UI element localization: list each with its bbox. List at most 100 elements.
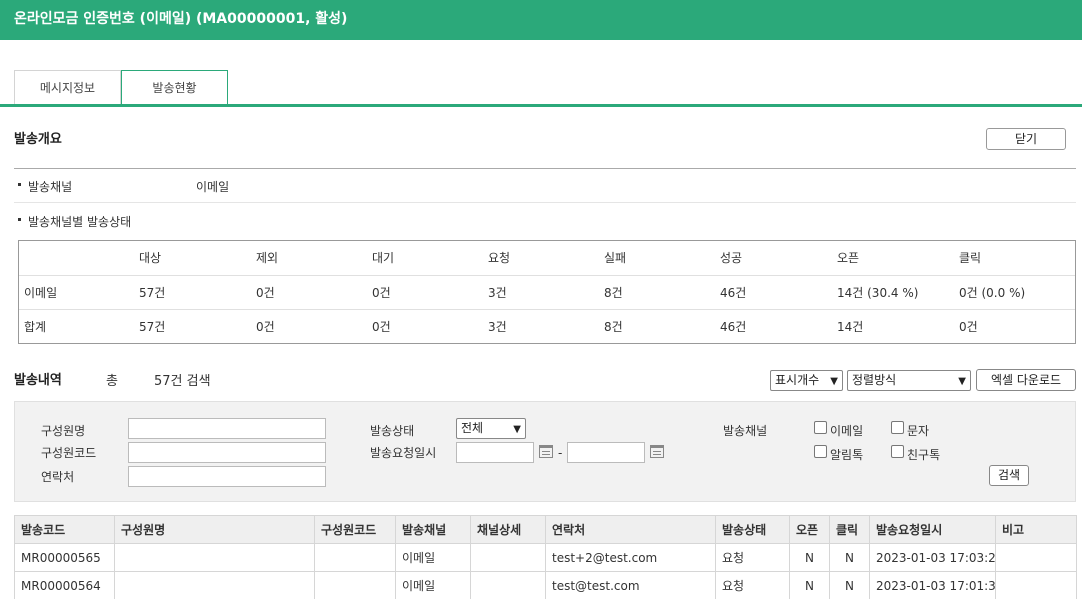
cell-member-code xyxy=(314,543,396,572)
cell-send-status: 요청 xyxy=(715,543,790,572)
cell-contact: test@test.com xyxy=(545,571,716,599)
display-count-value: 표시개수 xyxy=(775,373,820,387)
send-status-select[interactable]: 전체 ▼ xyxy=(456,418,526,439)
search-button[interactable]: 검색 xyxy=(989,465,1029,486)
table-row[interactable]: MR00000564 이메일 test@test.com 요청 N N 2023… xyxy=(14,571,1077,599)
contact-label: 연락처 xyxy=(41,470,75,484)
cell-open: 14건 (30.4 %) xyxy=(837,286,919,300)
cell-channel: 이메일 xyxy=(395,571,471,599)
row-name: 이메일 xyxy=(24,286,58,300)
sort-select[interactable]: 정렬방식 ▼ xyxy=(847,370,971,391)
cell-open: N xyxy=(789,543,830,572)
cell-send-code[interactable]: MR00000564 xyxy=(14,571,115,599)
table-row[interactable]: MR00000565 이메일 test+2@test.com 요청 N N 20… xyxy=(14,543,1077,572)
send-status-value: 전체 xyxy=(461,421,484,435)
header-channel[interactable]: 발송채널 xyxy=(395,515,471,544)
cell-success: 46건 xyxy=(720,320,747,334)
member-name-label: 구성원명 xyxy=(41,424,86,438)
calendar-icon[interactable] xyxy=(539,445,553,458)
col-excluded: 제외 xyxy=(256,251,279,265)
cell-target: 57건 xyxy=(139,320,166,334)
checkbox-alimtalk-label: 알림톡 xyxy=(830,448,864,462)
row-name: 합계 xyxy=(24,320,47,334)
cell-excluded: 0건 xyxy=(256,320,275,334)
header-request-datetime[interactable]: 발송요청일시 xyxy=(869,515,996,544)
col-requested: 요청 xyxy=(488,251,511,265)
header-send-status[interactable]: 발송상태 xyxy=(715,515,790,544)
cell-member-name xyxy=(114,571,315,599)
cell-channel: 이메일 xyxy=(395,543,471,572)
total-prefix: 총 xyxy=(106,374,118,389)
cell-send-code[interactable]: MR00000565 xyxy=(14,543,115,572)
close-button[interactable]: 닫기 xyxy=(986,128,1066,150)
request-date-label: 발송요청일시 xyxy=(370,446,437,460)
checkbox-sms-label: 문자 xyxy=(907,424,930,438)
cell-click: 0건 xyxy=(959,320,978,334)
tab-message-info[interactable]: 메시지정보 xyxy=(14,70,121,106)
sort-value: 정렬방식 xyxy=(852,373,897,387)
header-open[interactable]: 오픈 xyxy=(789,515,830,544)
channel-status-table: 대상 제외 대기 요청 실패 성공 오픈 클릭 이메일 57건 0건 0건 3건… xyxy=(18,240,1076,344)
checkbox-friendtalk[interactable] xyxy=(891,445,904,458)
cell-open: 14건 xyxy=(837,320,864,334)
col-failed: 실패 xyxy=(604,251,627,265)
cell-failed: 8건 xyxy=(604,320,623,334)
cell-channel-detail xyxy=(470,543,546,572)
cell-click: 0건 (0.0 %) xyxy=(959,286,1026,300)
date-from-input[interactable] xyxy=(456,442,534,463)
cell-target: 57건 xyxy=(139,286,166,300)
cell-click: N xyxy=(829,543,870,572)
tab-underline xyxy=(0,104,1082,107)
checkbox-friendtalk-label: 친구톡 xyxy=(907,448,941,462)
cell-click: N xyxy=(829,571,870,599)
chevron-down-icon: ▼ xyxy=(958,376,966,387)
table-header-row: 발송코드 구성원명 구성원코드 발송채널 채널상세 연락처 발송상태 오픈 클릭… xyxy=(14,515,1077,544)
status-by-channel-row: 발송채널별 발송상태 xyxy=(14,213,131,230)
header-member-code[interactable]: 구성원코드 xyxy=(314,515,396,544)
cell-send-status: 요청 xyxy=(715,571,790,599)
tab-send-status[interactable]: 발송현황 xyxy=(121,70,228,106)
search-panel: 구성원명 구성원코드 연락처 발송상태 전체 ▼ 발송요청일시 - 발송채널 이메… xyxy=(14,401,1076,502)
checkbox-alimtalk[interactable] xyxy=(814,445,827,458)
cell-contact: test+2@test.com xyxy=(545,543,716,572)
header-channel-detail[interactable]: 채널상세 xyxy=(470,515,546,544)
total-count: 57건 검색 xyxy=(154,374,211,389)
col-open: 오픈 xyxy=(837,251,860,265)
channel-value: 이메일 xyxy=(196,180,230,194)
channel-label: 발송채널 xyxy=(28,180,73,194)
cell-note xyxy=(995,543,1077,572)
cell-open: N xyxy=(789,571,830,599)
contact-input[interactable] xyxy=(128,466,326,487)
header-click[interactable]: 클릭 xyxy=(829,515,870,544)
info-divider xyxy=(14,202,1076,203)
status-row-total: 합계 57건 0건 0건 3건 8건 46건 14건 0건 xyxy=(19,309,1075,343)
history-title: 발송내역 xyxy=(14,373,62,388)
overview-title: 발송개요 xyxy=(14,132,62,147)
display-count-select[interactable]: 표시개수 ▼ xyxy=(770,370,843,391)
header-note[interactable]: 비고 xyxy=(995,515,1077,544)
excel-download-button[interactable]: 엑셀 다운로드 xyxy=(976,369,1076,391)
cell-channel-detail xyxy=(470,571,546,599)
checkbox-email[interactable] xyxy=(814,421,827,434)
cell-waiting: 0건 xyxy=(372,286,391,300)
member-code-input[interactable] xyxy=(128,442,326,463)
bullet-icon xyxy=(18,218,21,221)
col-waiting: 대기 xyxy=(372,251,395,265)
member-code-label: 구성원코드 xyxy=(41,446,97,460)
checkbox-sms[interactable] xyxy=(891,421,904,434)
window-title: 온라인모금 인증번호 (이메일) (MA00000001, 활성) xyxy=(0,0,1082,40)
calendar-icon[interactable] xyxy=(650,445,664,458)
member-name-input[interactable] xyxy=(128,418,326,439)
header-member-name[interactable]: 구성원명 xyxy=(114,515,315,544)
send-list-table: 발송코드 구성원명 구성원코드 발송채널 채널상세 연락처 발송상태 오픈 클릭… xyxy=(14,515,1077,599)
cell-member-code xyxy=(314,571,396,599)
cell-waiting: 0건 xyxy=(372,320,391,334)
header-contact[interactable]: 연락처 xyxy=(545,515,716,544)
channel-filter-label: 발송채널 xyxy=(723,424,768,438)
header-send-code[interactable]: 발송코드 xyxy=(14,515,115,544)
col-click: 클릭 xyxy=(959,251,982,265)
chevron-down-icon: ▼ xyxy=(830,376,838,387)
date-to-input[interactable] xyxy=(567,442,645,463)
cell-failed: 8건 xyxy=(604,286,623,300)
status-header-row: 대상 제외 대기 요청 실패 성공 오픈 클릭 xyxy=(19,241,1075,275)
